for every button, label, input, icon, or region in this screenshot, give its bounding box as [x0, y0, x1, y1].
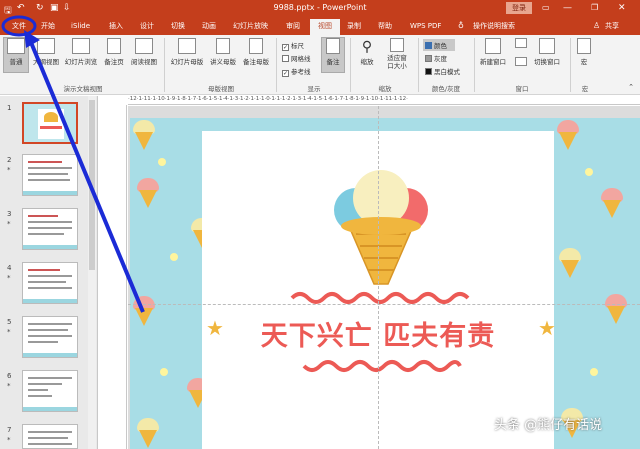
- watermark: 头条 @熊仔有话说: [494, 418, 603, 433]
- annotation-arrow: [28, 39, 145, 313]
- annotation-overlay: [1, 15, 145, 313]
- annotation-circle: [1, 15, 37, 37]
